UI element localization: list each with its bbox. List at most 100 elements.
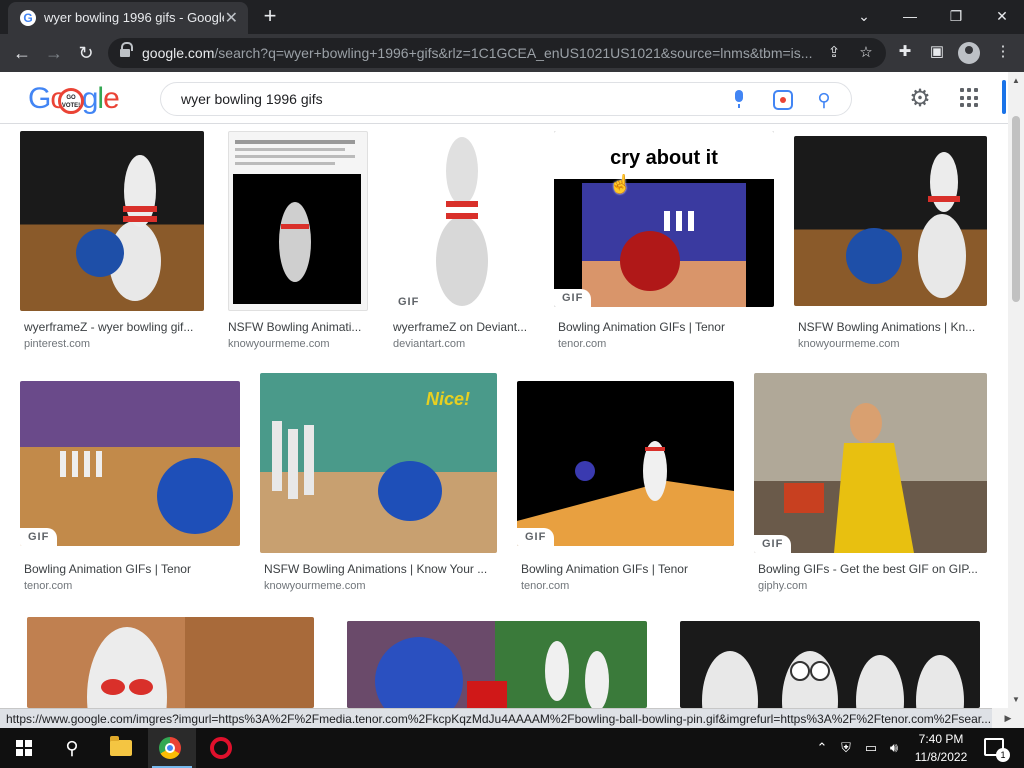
bowling-pins-faces-image xyxy=(702,651,964,708)
search-icon[interactable]: ⚲ xyxy=(813,89,835,111)
restore-button[interactable]: ❐ xyxy=(938,4,974,28)
result-title[interactable]: Bowling GIFs - Get the best GIF on GIP..… xyxy=(758,562,982,576)
tab-search-icon[interactable]: ⌄ xyxy=(846,4,882,28)
status-link-url: https://www.google.com/imgres?imgurl=htt… xyxy=(0,708,992,728)
search-box[interactable]: wyer bowling 1996 gifs ⚲ xyxy=(160,82,852,116)
url-text[interactable]: google.com/search?q=wyer+bowling+1996+gi… xyxy=(142,45,812,61)
result-thumbnail[interactable]: GIF xyxy=(517,381,734,546)
search-icon[interactable]: ⚲ xyxy=(48,728,96,768)
network-icon[interactable]: ▭ xyxy=(860,728,882,768)
close-window-button[interactable]: ✕ xyxy=(984,4,1020,28)
security-icon[interactable]: ⛨ xyxy=(836,728,856,768)
scroll-up-icon[interactable]: ▲ xyxy=(1012,76,1020,85)
profile-avatar-icon[interactable] xyxy=(958,42,980,64)
result-source[interactable]: knowyourmeme.com xyxy=(264,580,365,592)
result-source[interactable]: giphy.com xyxy=(758,580,807,592)
search-query-text[interactable]: wyer bowling 1996 gifs xyxy=(181,91,323,107)
url-host: google.com xyxy=(142,45,215,61)
logo-letter: g xyxy=(81,82,99,115)
volume-icon[interactable]: 🔊︎ xyxy=(884,728,904,768)
back-arrow-icon[interactable]: ← xyxy=(10,41,34,65)
side-panel-icon[interactable]: ▣ xyxy=(926,41,948,63)
bowling-man-image xyxy=(784,403,914,553)
go-vote-doodle-badge[interactable]: GO VOTE! xyxy=(58,88,84,114)
bowling-ball-cartoon-image xyxy=(347,621,609,708)
share-icon[interactable]: ⇪ xyxy=(824,43,844,63)
result-title[interactable]: NSFW Bowling Animations | Know Your ... xyxy=(264,562,494,576)
result-thumbnail[interactable] xyxy=(228,131,368,311)
bowling-alley-image xyxy=(582,183,746,307)
result-source[interactable]: pinterest.com xyxy=(24,338,90,350)
scrollbar-thumb[interactable] xyxy=(1012,116,1020,302)
tab-google-search[interactable]: G wyer bowling 1996 gifs - Google ✕ xyxy=(8,2,248,34)
action-center-icon[interactable]: 1 xyxy=(984,738,1010,762)
result-source[interactable]: knowyourmeme.com xyxy=(228,338,329,350)
microphone-icon[interactable] xyxy=(729,89,749,111)
minimize-button[interactable]: — xyxy=(892,4,928,28)
gif-badge: GIF xyxy=(390,293,428,311)
bookmark-star-icon[interactable]: ☆ xyxy=(856,43,876,63)
tweet-screenshot-image xyxy=(233,140,361,304)
result-thumbnail[interactable] xyxy=(20,131,204,311)
folder-icon xyxy=(110,736,132,756)
bowling-lane-image xyxy=(60,451,233,534)
result-title[interactable]: Bowling Animation GIFs | Tenor xyxy=(24,562,238,576)
opera-taskbar-button[interactable] xyxy=(196,728,244,768)
result-source[interactable]: tenor.com xyxy=(558,338,606,350)
tab-close-icon[interactable]: ✕ xyxy=(225,8,238,28)
scroll-down-icon[interactable]: ▼ xyxy=(1012,695,1020,704)
forward-arrow-icon[interactable]: → xyxy=(42,41,66,65)
result-title[interactable]: Bowling Animation GIFs | Tenor xyxy=(521,562,731,576)
vertical-scrollbar[interactable]: ▲ ▼ xyxy=(1008,72,1024,708)
result-source[interactable]: tenor.com xyxy=(521,580,569,592)
result-thumbnail[interactable]: GIF xyxy=(390,131,532,311)
result-thumbnail[interactable] xyxy=(680,621,980,708)
gif-badge: GIF xyxy=(517,528,555,546)
lock-icon[interactable] xyxy=(120,42,133,58)
chrome-icon xyxy=(159,737,181,759)
file-explorer-button[interactable] xyxy=(98,728,146,768)
chrome-menu-icon[interactable]: ⋮ xyxy=(992,41,1014,63)
url-path: /search?q=wyer+bowling+1996+gifs&rlz=1C1… xyxy=(214,45,812,61)
bowling-pin-image xyxy=(517,441,734,546)
reload-icon[interactable]: ↻ xyxy=(74,41,98,65)
extensions-puzzle-icon[interactable]: ✚ xyxy=(894,41,916,63)
chrome-taskbar-button[interactable] xyxy=(148,728,196,768)
nice-caption: Nice! xyxy=(426,389,471,409)
result-thumbnail[interactable] xyxy=(347,621,647,708)
settings-gear-icon[interactable]: ⚙ xyxy=(906,85,934,113)
taskbar-clock[interactable]: 7:40 PM 11/8/2022 xyxy=(910,730,972,766)
show-hidden-icons-icon[interactable]: ⌃ xyxy=(812,728,832,768)
result-title[interactable]: wyerframeZ - wyer bowling gif... xyxy=(24,320,204,334)
sign-in-indicator[interactable] xyxy=(1002,80,1006,114)
google-lens-icon[interactable] xyxy=(773,90,793,110)
result-source[interactable]: knowyourmeme.com xyxy=(798,338,899,350)
result-title[interactable]: Bowling Animation GIFs | Tenor xyxy=(558,320,768,334)
notification-count-badge: 1 xyxy=(996,748,1010,762)
new-tab-button[interactable]: + xyxy=(258,4,282,28)
result-source[interactable]: deviantart.com xyxy=(393,338,465,350)
start-button[interactable] xyxy=(0,728,48,768)
gif-badge: GIF xyxy=(754,535,792,553)
result-thumbnail[interactable] xyxy=(794,136,987,306)
result-thumbnail[interactable]: Nice! xyxy=(260,373,497,553)
result-thumbnail[interactable]: GIF xyxy=(20,381,240,546)
bowling-pin-image xyxy=(846,152,966,298)
result-thumbnail[interactable] xyxy=(27,617,314,708)
windows-taskbar: ⚲ ⌃ ⛨ ▭ 🔊︎ 7:40 PM 11/8/2022 1 xyxy=(0,728,1024,768)
result-title[interactable]: NSFW Bowling Animati... xyxy=(228,320,368,334)
google-apps-grid-icon[interactable] xyxy=(960,88,980,108)
address-bar[interactable]: google.com/search?q=wyer+bowling+1996+gi… xyxy=(108,38,886,68)
result-source[interactable]: tenor.com xyxy=(24,580,72,592)
result-thumbnail[interactable]: cry about it GIF xyxy=(554,131,774,307)
logo-letter: e xyxy=(103,82,120,115)
tab-title: wyer bowling 1996 gifs - Google xyxy=(44,10,224,25)
gif-badge: GIF xyxy=(554,289,592,307)
opera-icon xyxy=(210,737,232,759)
result-title[interactable]: wyerframeZ on Deviant... xyxy=(393,320,533,334)
result-thumbnail[interactable]: GIF xyxy=(754,373,987,553)
scroll-right-icon[interactable]: ▶ xyxy=(992,708,1024,728)
result-title[interactable]: NSFW Bowling Animations | Kn... xyxy=(798,320,980,334)
bowling-pin-image xyxy=(76,155,161,301)
clock-date: 11/8/2022 xyxy=(914,750,968,764)
